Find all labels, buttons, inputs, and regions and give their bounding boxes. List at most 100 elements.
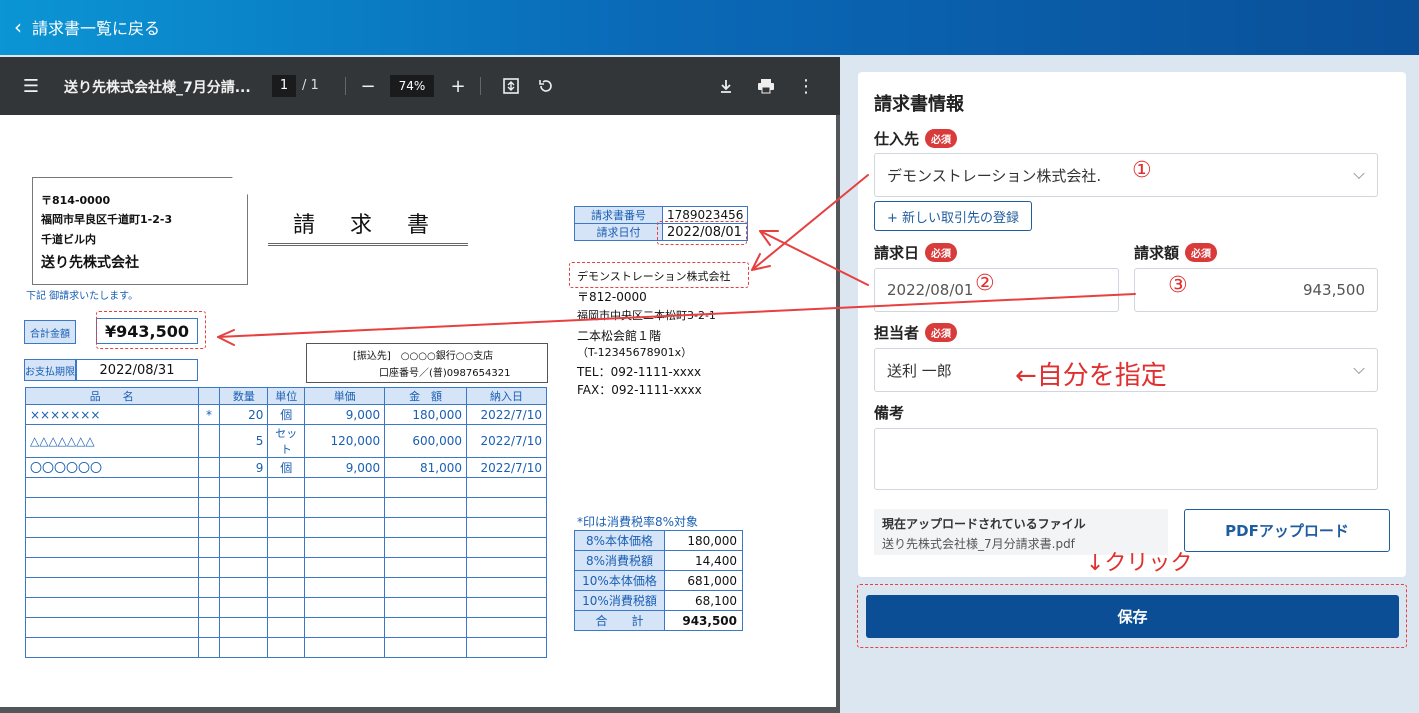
column-header: 金 額 — [384, 387, 467, 405]
tax-row: 10%消費税額 68,100 — [574, 590, 743, 611]
meta-label: 請求日付 — [574, 223, 663, 241]
memo-textarea[interactable] — [874, 428, 1378, 490]
highlight-total — [96, 311, 206, 349]
table-row-empty — [25, 497, 547, 518]
menu-icon[interactable]: ☰ — [16, 71, 46, 101]
item-unit: 個 — [267, 404, 306, 425]
item-qty: 20 — [219, 404, 269, 425]
invoice-note: 下記 御請求いたします。 — [26, 291, 139, 302]
due-date: 2022/08/31 — [76, 359, 198, 381]
table-row-empty — [25, 517, 547, 538]
zoom-in-icon[interactable]: + — [443, 71, 473, 101]
more-vert-icon[interactable]: ⋮ — [791, 71, 821, 101]
seller-registration: （T-12345678901x） — [577, 346, 693, 359]
pdf-file-title: 送り先株式会社様_7月分請... — [64, 80, 251, 96]
zoom-level-input[interactable]: 74% — [390, 75, 434, 97]
item-delivery: 2022/7/10 — [466, 457, 547, 478]
recipient-name: 送り先株式会社 — [41, 255, 139, 271]
tax-summary-table: 8%本体価格 180,000 8%消費税額 14,400 10%本体価格 681,00… — [574, 530, 743, 631]
fit-page-icon[interactable] — [496, 71, 526, 101]
item-price: 9,000 — [304, 404, 386, 425]
item-name: 〇〇〇〇〇〇 — [25, 457, 199, 478]
supplier-label-text: 仕入先 — [874, 130, 920, 148]
memo-label-text: 備考 — [874, 404, 905, 422]
annotation-click: ↓クリック — [1086, 551, 1193, 576]
tax-value: 180,000 — [664, 530, 743, 551]
table-row-empty — [25, 577, 547, 598]
item-amount: 81,000 — [384, 457, 467, 478]
item-name: △△△△△△△ — [25, 424, 199, 458]
person-label: 担当者 必須 — [874, 322, 958, 343]
item-tax-mark: * — [197, 404, 221, 425]
tax-row: 8%消費税額 14,400 — [574, 550, 743, 571]
item-name: ××××××× — [25, 404, 199, 425]
rotate-icon[interactable] — [531, 71, 561, 101]
column-header: 単価 — [304, 387, 386, 405]
item-amount: 180,000 — [384, 404, 467, 425]
tax-label: 合 計 — [574, 610, 665, 631]
tax-value: 14,400 — [664, 550, 743, 571]
add-supplier-button[interactable]: + 新しい取引先の登録 — [874, 201, 1032, 231]
pdf-viewer: ☰ 送り先株式会社様_7月分請... 1 / 1 − 74% + ⋮ 〒814-… — [0, 57, 840, 713]
back-link[interactable]: ‹ 請求書一覧に戻る — [14, 15, 160, 39]
column-header: 納入日 — [466, 387, 547, 405]
tax-row: 8%本体価格 180,000 — [574, 530, 743, 551]
item-qty: 9 — [219, 457, 269, 478]
page-number-input[interactable]: 1 — [272, 75, 296, 97]
annotation-number-1: ① — [1132, 158, 1152, 183]
item-delivery: 2022/7/10 — [466, 424, 547, 458]
form-title: 請求書情報 — [874, 94, 964, 115]
items-table: 品 名 数量 単位 単価 金 額 納入日 ××××××× * 20 個 9,00… — [25, 387, 547, 658]
table-row-empty — [25, 637, 547, 658]
invoice-date-input[interactable]: 2022/08/01 — [874, 268, 1119, 312]
item-delivery: 2022/7/10 — [466, 404, 547, 425]
column-header — [197, 387, 221, 405]
tax-label: 8%本体価格 — [574, 530, 665, 551]
toolbar-divider — [480, 77, 481, 95]
item-tax-mark — [197, 424, 221, 458]
meta-label: 請求書番号 — [574, 206, 663, 224]
item-unit: セット — [267, 424, 306, 458]
item-unit: 個 — [267, 457, 306, 478]
item-price: 120,000 — [304, 424, 386, 458]
bank-line-2: 口座番号／(普)0987654321 — [379, 368, 511, 379]
pdf-toolbar: ☰ 送り先株式会社様_7月分請... 1 / 1 − 74% + ⋮ — [0, 57, 840, 115]
date-label: 請求日 必須 — [874, 242, 958, 263]
amount-label: 請求額 必須 — [1134, 242, 1218, 263]
item-amount: 600,000 — [384, 424, 467, 458]
column-header: 単位 — [267, 387, 306, 405]
zoom-out-icon[interactable]: − — [353, 71, 383, 101]
recipient-address-box: 〒814-0000 福岡市早良区千道町1-2-3 千道ビル内 送り先株式会社 — [32, 177, 248, 285]
seller-zip: 〒812-0000 — [577, 290, 647, 304]
due-label: お支払期限 — [24, 359, 76, 381]
pdf-upload-button[interactable]: PDFアップロード — [1184, 509, 1390, 552]
person-label-text: 担当者 — [874, 324, 920, 342]
recipient-building: 千道ビル内 — [41, 233, 96, 246]
supplier-select[interactable]: デモンストレーション株式会社. — [874, 153, 1378, 197]
table-row: ××××××× * 20 個 9,000 180,000 2022/7/10 — [25, 404, 547, 425]
invoice-amount-value: 943,500 — [1302, 281, 1365, 299]
required-badge: 必須 — [925, 129, 958, 148]
table-row-empty — [25, 617, 547, 638]
total-label: 合計金額 — [24, 320, 76, 344]
annotation-number-3: ③ — [1168, 273, 1188, 298]
column-header: 品 名 — [25, 387, 199, 405]
print-icon[interactable] — [751, 71, 781, 101]
supplier-value: デモンストレーション株式会社. — [887, 166, 1102, 185]
bank-line-1: [振込先] ○○○○銀行○○支店 — [353, 351, 494, 362]
tax-label: 10%本体価格 — [574, 570, 665, 591]
seller-fax: FAX：092-1111-xxxx — [577, 383, 702, 397]
table-row-empty — [25, 597, 547, 618]
invoice-title: 請 求 書 — [268, 207, 468, 246]
items-header-row: 品 名 数量 単位 単価 金 額 納入日 — [25, 387, 547, 405]
person-value: 送利 一郎 — [887, 361, 952, 380]
seller-tel: TEL：092-1111-xxxx — [577, 365, 702, 379]
highlight-invoice-date — [657, 221, 747, 245]
download-icon[interactable] — [711, 71, 741, 101]
tax-value: 943,500 — [664, 610, 743, 631]
table-row: 〇〇〇〇〇〇 9 個 9,000 81,000 2022/7/10 — [25, 457, 547, 478]
tax-row: 合 計 943,500 — [574, 610, 743, 631]
recipient-address: 福岡市早良区千道町1-2-3 — [41, 213, 173, 226]
table-row: △△△△△△△ 5 セット 120,000 600,000 2022/7/10 — [25, 424, 547, 458]
highlight-seller-name — [569, 262, 749, 288]
